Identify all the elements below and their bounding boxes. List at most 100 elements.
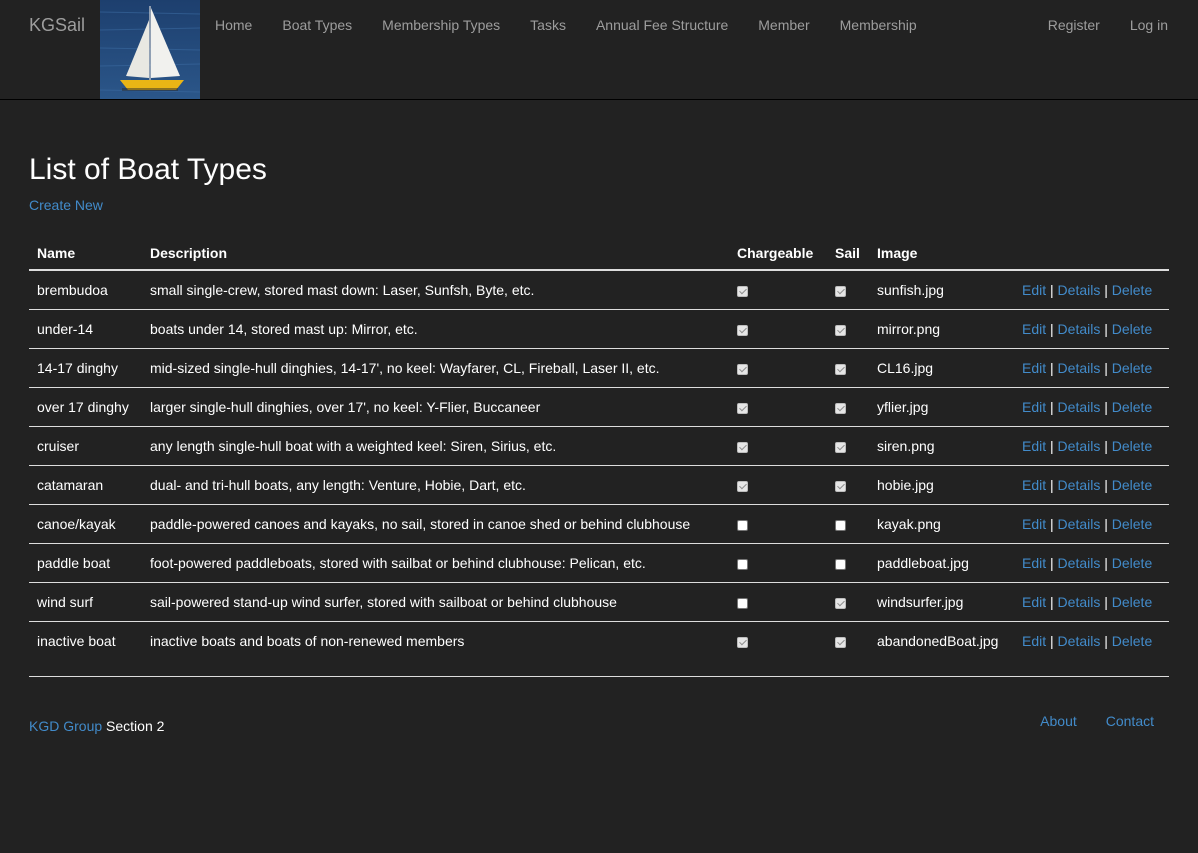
register-link[interactable]: Register xyxy=(1033,0,1115,50)
details-link[interactable]: Details xyxy=(1058,516,1101,532)
nav-membership[interactable]: Membership xyxy=(825,0,932,50)
delete-link[interactable]: Delete xyxy=(1112,594,1152,610)
footer-divider xyxy=(29,676,1169,677)
details-link[interactable]: Details xyxy=(1058,399,1101,415)
cell-actions: Edit | Details | Delete xyxy=(1014,387,1169,427)
cell-image: paddleboat.jpg xyxy=(869,543,1014,583)
chargeable-checkbox xyxy=(737,597,748,609)
cell-sail xyxy=(827,543,869,583)
cell-actions: Edit | Details | Delete xyxy=(1014,426,1169,466)
cell-description: dual- and tri-hull boats, any length: Ve… xyxy=(142,465,729,505)
cell-image: abandonedBoat.jpg xyxy=(869,621,1014,660)
cell-image: hobie.jpg xyxy=(869,465,1014,505)
sail-checkbox xyxy=(835,441,846,453)
nav-tasks[interactable]: Tasks xyxy=(515,0,581,50)
delete-link[interactable]: Delete xyxy=(1112,282,1152,298)
table-row: inactive boat inactive boats and boats of… xyxy=(29,621,1169,660)
cell-sail xyxy=(827,348,869,388)
delete-link[interactable]: Delete xyxy=(1112,399,1152,415)
details-link[interactable]: Details xyxy=(1058,321,1101,337)
edit-link[interactable]: Edit xyxy=(1022,516,1046,532)
delete-link[interactable]: Delete xyxy=(1112,321,1152,337)
edit-link[interactable]: Edit xyxy=(1022,360,1046,376)
chargeable-checkbox xyxy=(737,519,748,531)
sail-checkbox xyxy=(835,402,846,414)
sail-checkbox xyxy=(835,519,846,531)
cell-actions: Edit | Details | Delete xyxy=(1014,582,1169,622)
delete-link[interactable]: Delete xyxy=(1112,477,1152,493)
details-link[interactable]: Details xyxy=(1058,555,1101,571)
action-separator: | xyxy=(1104,516,1108,532)
table-row: catamaran dual- and tri-hull boats, any l… xyxy=(29,465,1169,505)
footer-section-text: Section 2 xyxy=(102,718,165,734)
details-link[interactable]: Details xyxy=(1058,282,1101,298)
details-link[interactable]: Details xyxy=(1058,360,1101,376)
edit-link[interactable]: Edit xyxy=(1022,633,1046,649)
delete-link[interactable]: Delete xyxy=(1112,555,1152,571)
create-new-link[interactable]: Create New xyxy=(29,197,103,213)
chargeable-checkbox xyxy=(737,402,748,414)
details-link[interactable]: Details xyxy=(1058,594,1101,610)
cell-sail xyxy=(827,504,869,544)
contact-link[interactable]: Contact xyxy=(1106,713,1154,729)
cell-description: sail-powered stand-up wind surfer, store… xyxy=(142,582,729,622)
action-separator: | xyxy=(1104,282,1108,298)
cell-actions: Edit | Details | Delete xyxy=(1014,309,1169,349)
edit-link[interactable]: Edit xyxy=(1022,321,1046,337)
nav-boat-types[interactable]: Boat Types xyxy=(267,0,367,50)
details-link[interactable]: Details xyxy=(1058,438,1101,454)
sail-checkbox xyxy=(835,324,846,336)
cell-name: brembudoa xyxy=(37,282,108,298)
edit-link[interactable]: Edit xyxy=(1022,477,1046,493)
delete-link[interactable]: Delete xyxy=(1112,516,1152,532)
action-separator: | xyxy=(1104,399,1108,415)
column-header-image: Image xyxy=(869,232,1014,271)
column-header-sail: Sail xyxy=(827,232,869,271)
account-nav: Register Log in xyxy=(1033,0,1183,50)
nav-membership-types[interactable]: Membership Types xyxy=(367,0,515,50)
edit-link[interactable]: Edit xyxy=(1022,282,1046,298)
action-separator: | xyxy=(1050,438,1054,454)
cell-chargeable xyxy=(729,543,827,583)
column-header-actions xyxy=(1014,232,1169,271)
action-separator: | xyxy=(1104,438,1108,454)
cell-chargeable xyxy=(729,621,827,660)
details-link[interactable]: Details xyxy=(1058,633,1101,649)
edit-link[interactable]: Edit xyxy=(1022,594,1046,610)
delete-link[interactable]: Delete xyxy=(1112,360,1152,376)
cell-image: yflier.jpg xyxy=(869,387,1014,427)
cell-actions: Edit | Details | Delete xyxy=(1014,504,1169,544)
details-link[interactable]: Details xyxy=(1058,477,1101,493)
cell-chargeable xyxy=(729,348,827,388)
edit-link[interactable]: Edit xyxy=(1022,555,1046,571)
nav-member[interactable]: Member xyxy=(743,0,824,50)
table-row: over 17 dinghy larger single-hull dinghie… xyxy=(29,387,1169,427)
navbar: KGSail Home Boat Types Membership Types … xyxy=(0,0,1198,100)
footer-links: About Contact xyxy=(1011,713,1154,729)
kgd-group-link[interactable]: KGD Group xyxy=(29,718,102,734)
main-content: List of Boat Types Create New Name Descr… xyxy=(29,150,1169,660)
column-header-name: Name xyxy=(29,232,142,271)
about-link[interactable]: About xyxy=(1040,713,1077,729)
brand-link[interactable]: KGSail xyxy=(29,15,85,36)
nav-home[interactable]: Home xyxy=(200,0,267,50)
cell-actions: Edit | Details | Delete xyxy=(1014,621,1169,660)
cell-chargeable xyxy=(729,465,827,505)
edit-link[interactable]: Edit xyxy=(1022,399,1046,415)
edit-link[interactable]: Edit xyxy=(1022,438,1046,454)
table-row: under-14 boats under 14, stored mast up: … xyxy=(29,309,1169,349)
cell-description: small single-crew, stored mast down: Las… xyxy=(150,282,535,298)
cell-chargeable xyxy=(729,387,827,427)
page-title: List of Boat Types xyxy=(29,153,267,186)
delete-link[interactable]: Delete xyxy=(1112,633,1152,649)
cell-description: larger single-hull dinghies, over 17', n… xyxy=(142,387,729,427)
nav-annual-fee-structure[interactable]: Annual Fee Structure xyxy=(581,0,743,50)
login-link[interactable]: Log in xyxy=(1115,0,1183,50)
cell-image: siren.png xyxy=(869,426,1014,466)
delete-link[interactable]: Delete xyxy=(1112,438,1152,454)
action-separator: | xyxy=(1050,594,1054,610)
cell-actions: Edit | Details | Delete xyxy=(1014,465,1169,505)
footer-credit: KGD Group Section 2 xyxy=(29,718,164,734)
cell-chargeable xyxy=(729,504,827,544)
table-row: canoe/kayak paddle-powered canoes and kay… xyxy=(29,504,1169,544)
